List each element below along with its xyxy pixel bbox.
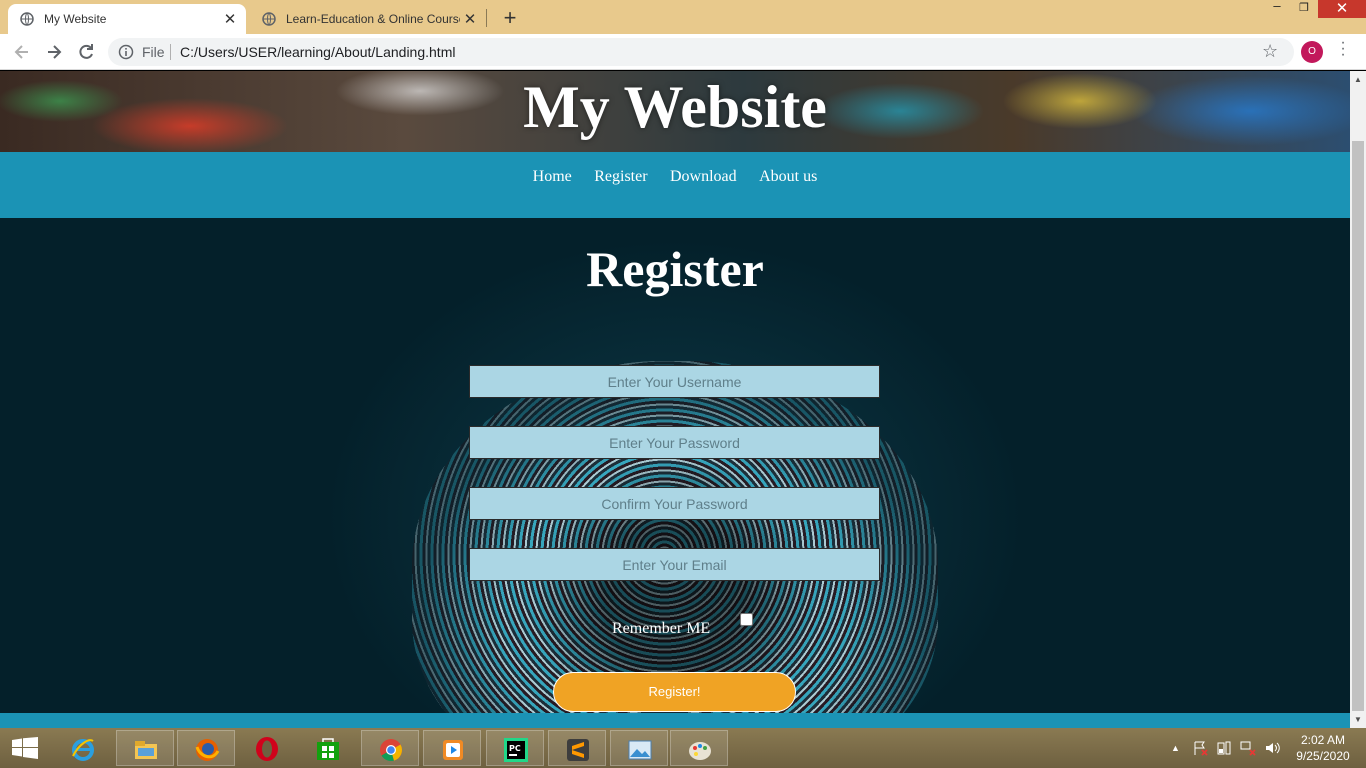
restore-button[interactable]: ❐: [1294, 1, 1314, 21]
tab-my-website[interactable]: My Website ✕: [8, 4, 246, 34]
taskbar-pycharm[interactable]: PC: [486, 730, 544, 766]
info-icon[interactable]: [118, 44, 134, 60]
username-input[interactable]: [469, 365, 880, 398]
svg-text:PC: PC: [509, 744, 521, 753]
browser-toolbar: File C:/Users/USER/learning/About/Landin…: [0, 34, 1366, 70]
main-navbar: Home Register Download About us: [0, 152, 1350, 218]
nav-link-home[interactable]: Home: [533, 168, 572, 186]
profile-avatar[interactable]: O: [1301, 41, 1323, 63]
site-title: My Website: [523, 74, 827, 140]
nav-link-register[interactable]: Register: [594, 168, 647, 186]
page-scrollbar[interactable]: ▲ ▼: [1350, 71, 1366, 728]
back-icon[interactable]: [12, 42, 32, 62]
action-center-flag-icon[interactable]: [1192, 740, 1208, 756]
taskbar-clock[interactable]: 2:02 AM 9/25/2020: [1290, 732, 1356, 764]
windows-start-icon[interactable]: [10, 737, 40, 759]
battery-icon[interactable]: [1216, 740, 1232, 756]
scheme-label: File: [142, 44, 165, 60]
close-icon[interactable]: ✕: [460, 10, 480, 28]
tab-learn-education[interactable]: Learn-Education & Online Course ✕: [250, 4, 486, 34]
reload-icon[interactable]: [76, 42, 96, 62]
register-submit-button[interactable]: Register!: [553, 672, 796, 712]
email-input[interactable]: [469, 548, 880, 581]
chrome-icon: [380, 739, 402, 762]
taskbar-store[interactable]: [299, 730, 357, 766]
close-window-button[interactable]: ✕: [1318, 0, 1366, 18]
opera-icon: [256, 737, 278, 761]
taskbar-file-explorer[interactable]: [116, 730, 174, 766]
footer-strip: [0, 713, 1350, 728]
paint-icon: [689, 742, 711, 760]
taskbar-paint[interactable]: [670, 730, 728, 766]
nav-links: Home Register Download About us: [0, 168, 1350, 186]
pycharm-icon: PC: [504, 738, 528, 762]
clock-date: 9/25/2020: [1296, 749, 1350, 763]
minimize-button[interactable]: –: [1266, 0, 1288, 18]
nav-link-download[interactable]: Download: [670, 168, 737, 186]
scroll-thumb[interactable]: [1352, 141, 1364, 711]
sublime-text-icon: [567, 739, 589, 761]
header-banner: My Website: [0, 71, 1350, 152]
taskbar-photos[interactable]: [610, 730, 668, 766]
globe-icon: [262, 12, 276, 26]
scroll-up-icon[interactable]: ▲: [1350, 75, 1366, 84]
address-bar[interactable]: File C:/Users/USER/learning/About/Landin…: [108, 38, 1294, 66]
password-input[interactable]: [469, 426, 880, 459]
tab-title: Learn-Education & Online Course: [286, 12, 460, 26]
tab-title: My Website: [44, 12, 107, 26]
remember-me-label: Remember ME: [612, 620, 711, 637]
media-player-icon: [443, 740, 463, 760]
nav-link-about-us[interactable]: About us: [759, 168, 817, 186]
taskbar-opera[interactable]: [238, 730, 296, 766]
taskbar-chrome[interactable]: [361, 730, 419, 766]
forward-icon[interactable]: [44, 42, 64, 62]
store-icon: [317, 738, 339, 760]
tab-divider: [486, 9, 487, 27]
browser-tabstrip: My Website ✕ Learn-Education & Online Co…: [0, 0, 1366, 34]
show-hidden-icons[interactable]: ▲: [1171, 743, 1180, 753]
confirm-password-input[interactable]: [469, 487, 880, 520]
url-text[interactable]: C:/Users/USER/learning/About/Landing.htm…: [180, 44, 455, 60]
internet-explorer-icon: [72, 739, 94, 761]
taskbar-internet-explorer[interactable]: [54, 730, 112, 766]
remember-me-checkbox[interactable]: [740, 613, 753, 626]
globe-icon: [20, 12, 34, 26]
register-section: Register Remember ME Register!: [0, 218, 1350, 728]
new-tab-button[interactable]: +: [498, 5, 522, 31]
photos-icon: [628, 740, 652, 760]
scroll-down-icon[interactable]: ▼: [1350, 715, 1366, 724]
firefox-icon: [195, 739, 220, 761]
close-icon[interactable]: ✕: [220, 10, 240, 28]
register-heading: Register: [586, 241, 764, 297]
file-explorer-icon: [135, 741, 157, 759]
volume-icon[interactable]: [1264, 740, 1280, 756]
bookmark-star-icon[interactable]: ☆: [1262, 41, 1278, 62]
taskbar-sublime-text[interactable]: [548, 730, 606, 766]
clock-time: 2:02 AM: [1300, 733, 1346, 747]
taskbar-media-player[interactable]: [423, 730, 481, 766]
browser-menu-icon[interactable]: · · ·: [1336, 35, 1350, 63]
omnibox-divider: [170, 44, 171, 60]
network-disconnected-icon[interactable]: [1240, 740, 1256, 756]
page-viewport: My Website Home Register Download About …: [0, 71, 1350, 728]
taskbar-firefox[interactable]: [177, 730, 235, 766]
windows-taskbar: PC ▲ 2:02 AM 9/25/2020: [0, 728, 1366, 768]
